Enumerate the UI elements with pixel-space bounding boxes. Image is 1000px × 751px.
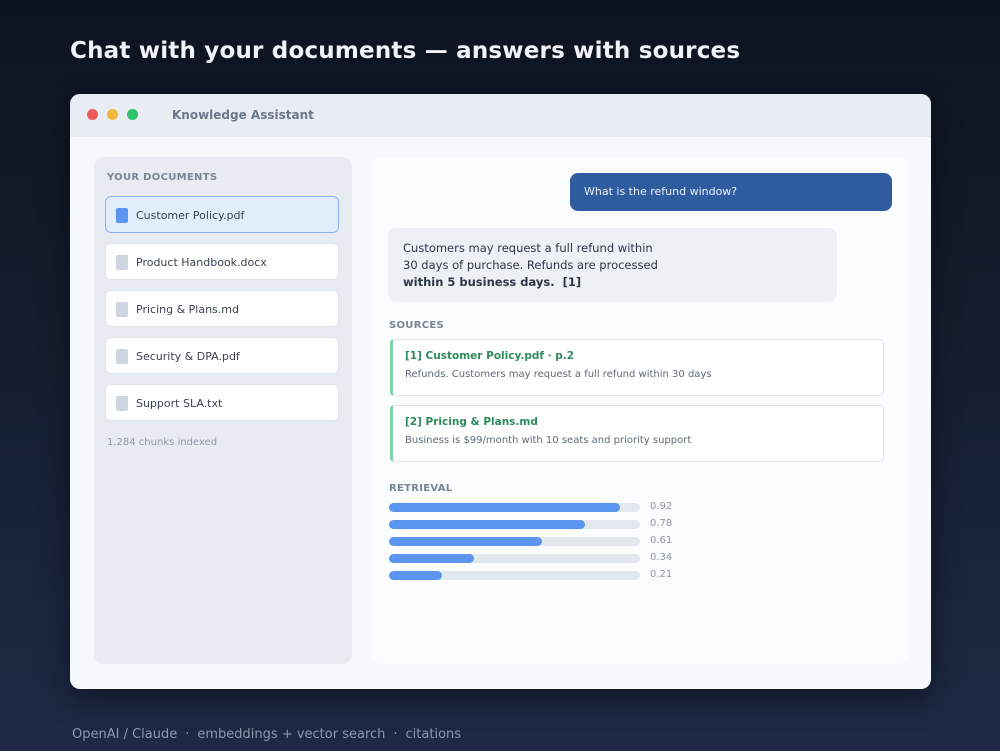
source-card[interactable]: [2] Pricing & Plans.md Business is $99/m… <box>390 405 884 462</box>
document-item-customer-policy[interactable]: Customer Policy.pdf <box>105 196 339 233</box>
source-snippet: Business is $99/month with 10 seats and … <box>405 435 692 446</box>
retrieval-bar-track <box>389 520 640 529</box>
app-window: Knowledge Assistant YOUR DOCUMENTS Custo… <box>70 94 931 689</box>
retrieval-bar-row: 0.78 <box>389 518 689 530</box>
file-icon <box>116 208 128 223</box>
assistant-line: Customers may request a full refund with… <box>403 241 653 255</box>
retrieval-bar-fill <box>389 503 620 512</box>
retrieval-bar-row: 0.92 <box>389 501 689 513</box>
retrieval-bar-row: 0.34 <box>389 552 689 564</box>
retrieval-bar-track <box>389 554 640 563</box>
source-card[interactable]: [1] Customer Policy.pdf · p.2 Refunds. C… <box>390 339 884 396</box>
retrieval-bar-fill <box>389 520 585 529</box>
window-title: Knowledge Assistant <box>172 108 314 122</box>
retrieval-bar-track <box>389 571 640 580</box>
user-message: What is the refund window? <box>570 173 892 211</box>
chunks-indexed-status: 1,284 chunks indexed <box>107 437 218 448</box>
retrieval-bar-fill <box>389 554 475 563</box>
retrieval-bar-row: 0.21 <box>389 569 689 581</box>
retrieval-heading: RETRIEVAL <box>389 483 453 494</box>
document-label: Customer Policy.pdf <box>136 209 245 222</box>
retrieval-score: 0.92 <box>650 501 673 512</box>
footer: OpenAI / Claude · embeddings + vector sear… <box>72 727 461 742</box>
retrieval-score: 0.78 <box>650 518 673 529</box>
page-title: Chat with your documents — answers with … <box>70 38 741 64</box>
footer-item: OpenAI / Claude <box>72 727 178 742</box>
sources-heading: SOURCES <box>389 320 444 331</box>
retrieval-score: 0.34 <box>650 552 673 563</box>
chat-panel: What is the refund window? Customers may… <box>372 157 908 664</box>
document-label: Product Handbook.docx <box>136 256 267 269</box>
file-icon <box>116 396 128 411</box>
footer-separator: · <box>185 727 190 742</box>
retrieval-score: 0.61 <box>650 535 673 546</box>
minimize-window-button[interactable] <box>107 109 118 120</box>
footer-item: citations <box>405 727 462 742</box>
retrieval-bar-fill <box>389 571 442 580</box>
documents-heading: YOUR DOCUMENTS <box>107 172 218 183</box>
window-titlebar: Knowledge Assistant <box>70 94 931 137</box>
documents-sidebar: YOUR DOCUMENTS Customer Policy.pdf Produ… <box>94 157 352 664</box>
document-label: Pricing & Plans.md <box>136 303 239 316</box>
document-item-product-handbook[interactable]: Product Handbook.docx <box>105 243 339 280</box>
retrieval-bar-row: 0.61 <box>389 535 689 547</box>
footer-separator: · <box>393 727 398 742</box>
assistant-line-bold: within 5 business days. [1] <box>403 274 822 291</box>
close-window-button[interactable] <box>87 109 98 120</box>
source-title: [1] Customer Policy.pdf · p.2 <box>405 350 575 362</box>
document-item-support-sla[interactable]: Support SLA.txt <box>105 384 339 421</box>
assistant-message: Customers may request a full refund with… <box>388 228 837 302</box>
file-icon <box>116 302 128 317</box>
document-label: Support SLA.txt <box>136 397 223 410</box>
document-item-pricing-plans[interactable]: Pricing & Plans.md <box>105 290 339 327</box>
document-item-security-dpa[interactable]: Security & DPA.pdf <box>105 337 339 374</box>
file-icon <box>116 349 128 364</box>
source-snippet: Refunds. Customers may request a full re… <box>405 369 712 380</box>
retrieval-bar-track <box>389 537 640 546</box>
assistant-bold-text: within 5 business days. <box>403 275 555 289</box>
source-title: [2] Pricing & Plans.md <box>405 416 538 428</box>
citation-marker[interactable]: [1] <box>563 275 582 289</box>
maximize-window-button[interactable] <box>127 109 138 120</box>
assistant-line: 30 days of purchase. Refunds are process… <box>403 258 658 272</box>
file-icon <box>116 255 128 270</box>
footer-item: embeddings + vector search <box>197 727 386 742</box>
retrieval-score: 0.21 <box>650 569 673 580</box>
retrieval-bar-track <box>389 503 640 512</box>
retrieval-bar-fill <box>389 537 543 546</box>
document-label: Security & DPA.pdf <box>136 350 240 363</box>
